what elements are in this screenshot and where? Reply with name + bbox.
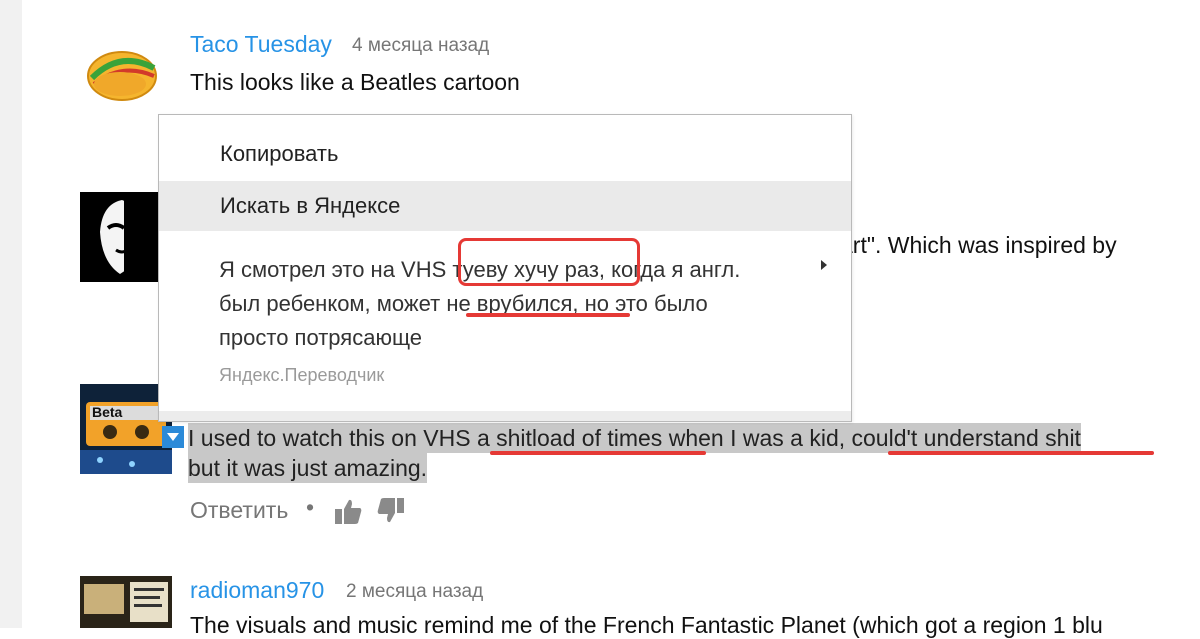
mask-avatar[interactable] xyxy=(80,192,158,282)
expand-icon[interactable] xyxy=(162,426,184,448)
taco-avatar[interactable] xyxy=(80,40,160,106)
comment-text: This looks like a Beatles cartoon xyxy=(190,69,520,95)
thumbs-down-icon[interactable] xyxy=(376,496,406,526)
annotation-underline-shitload xyxy=(490,451,706,455)
comment-text-line-1: I used to watch this on VHS a shitload o… xyxy=(188,423,1081,453)
comment-text-partial: art". Which was inspired by xyxy=(840,232,1117,258)
menu-item-search-yandex[interactable]: Искать в Яндексе xyxy=(159,181,851,231)
annotation-underline-couldnt xyxy=(888,451,1154,455)
menu-footer-strip xyxy=(159,411,851,421)
comment-text-line-2: but it was just amazing. xyxy=(188,453,428,483)
left-gutter xyxy=(0,0,22,628)
annotation-underline-nevrubilsya xyxy=(466,313,630,317)
submenu-arrow-icon[interactable] xyxy=(821,260,827,270)
radio-avatar[interactable] xyxy=(80,576,172,628)
thumbs-up-icon[interactable] xyxy=(333,496,363,526)
comment-timestamp[interactable]: 2 месяца назад xyxy=(346,581,483,603)
translator-source: Яндекс.Переводчик xyxy=(219,365,385,385)
comment-author[interactable]: radioman970 xyxy=(190,577,324,604)
comment-text: The visuals and music remind me of the F… xyxy=(190,612,1103,638)
reply-button[interactable]: Ответить xyxy=(190,497,288,524)
translation-line-3: просто потрясающе xyxy=(219,325,423,350)
menu-item-copy[interactable]: Копировать xyxy=(159,129,851,179)
separator-dot: • xyxy=(306,494,315,520)
comment-timestamp[interactable]: 4 месяца назад xyxy=(352,35,489,57)
annotation-box-tuevu xyxy=(458,238,640,286)
cassette-label: Beta xyxy=(92,404,123,420)
comment-author[interactable]: Taco Tuesday xyxy=(190,31,332,58)
